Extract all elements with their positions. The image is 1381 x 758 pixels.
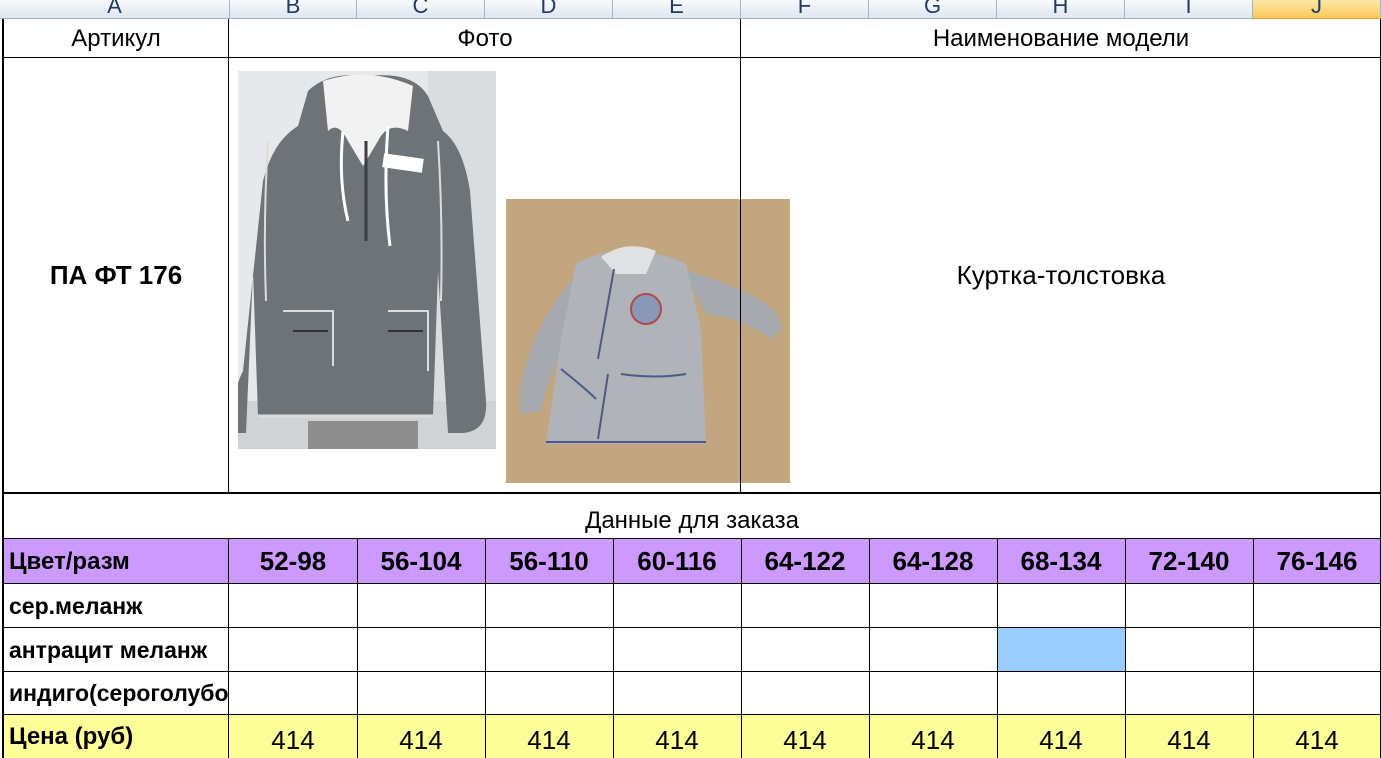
price-cell-56-104[interactable]: 414 [357,715,485,758]
column-header-e[interactable]: E [613,0,741,19]
grid-vertical-line [357,539,358,758]
order-quantity-cell[interactable] [869,628,997,672]
size-header-56-104[interactable]: 56-104 [357,539,485,584]
order-quantity-cell[interactable] [613,628,741,672]
spreadsheet: A B C D E F G H I J Артикул Фото Наимено… [0,0,1381,758]
price-label-cell[interactable]: Цена (руб) [3,715,229,758]
order-quantity-cell[interactable] [357,584,485,628]
column-header-a[interactable]: A [0,0,230,19]
column-header-d[interactable]: D [485,0,613,19]
product-photo-light-jacket[interactable] [506,199,790,483]
column-header-b[interactable]: B [230,0,357,19]
order-quantity-cell[interactable] [741,628,869,672]
order-quantity-cell[interactable] [741,672,869,715]
article-value-cell[interactable]: ПА ФТ 176 [3,58,229,493]
column-header-h[interactable]: H [997,0,1125,19]
order-quantity-cell[interactable] [485,584,613,628]
order-quantity-cell[interactable] [1125,672,1253,715]
order-quantity-cell[interactable] [229,628,357,672]
order-quantity-cell[interactable] [613,584,741,628]
border-product-bottom [2,492,1381,494]
color-label-cell[interactable]: сер.меланж [3,584,229,628]
price-cell-72-140[interactable]: 414 [1125,715,1253,758]
price-cell-64-128[interactable]: 414 [869,715,997,758]
order-data-title[interactable]: Данные для заказа [3,494,1381,539]
order-quantity-cell[interactable] [741,584,869,628]
order-quantity-cell[interactable] [997,584,1125,628]
photo-header-cell[interactable]: Фото [229,20,741,58]
price-cell-52-98[interactable]: 414 [229,715,357,758]
border-color-row-3 [2,714,1381,715]
article-header-cell[interactable]: Артикул [3,20,229,58]
border-photo-name [740,19,741,493]
model-name-value-cell[interactable]: Куртка-толстовка [741,58,1381,493]
grid-vertical-line [1125,539,1126,758]
size-header-56-110[interactable]: 56-110 [485,539,613,584]
column-header-f[interactable]: F [741,0,869,19]
price-cell-64-122[interactable]: 414 [741,715,869,758]
column-header-g[interactable]: G [869,0,997,19]
order-quantity-cell[interactable] [357,672,485,715]
size-header-64-128[interactable]: 64-128 [869,539,997,584]
color-label-cell[interactable]: индиго(сероголубой) [3,672,229,715]
price-cell-60-116[interactable]: 414 [613,715,741,758]
size-header-76-146[interactable]: 76-146 [1253,539,1381,584]
jacket-light-image [506,199,790,483]
order-quantity-cell[interactable] [997,672,1125,715]
hoodie-dark-image [238,71,496,449]
order-quantity-cell[interactable] [869,672,997,715]
order-quantity-cell[interactable] [229,584,357,628]
size-header-72-140[interactable]: 72-140 [1125,539,1253,584]
order-quantity-cell[interactable] [1253,672,1381,715]
size-header-60-116[interactable]: 60-116 [613,539,741,584]
size-header-64-122[interactable]: 64-122 [741,539,869,584]
order-quantity-cell[interactable] [357,628,485,672]
order-quantity-cell[interactable] [229,672,357,715]
border-color-row-2 [2,671,1381,672]
border-order-title-bottom [2,538,1381,539]
color-label-cell[interactable]: антрацит меланж [3,628,229,672]
table-border-left [2,19,4,758]
model-name-header-cell[interactable]: Наименование модели [741,20,1381,58]
size-header-label-cell[interactable]: Цвет/разм [3,539,229,584]
column-header-i[interactable]: I [1125,0,1253,19]
column-header-c[interactable]: C [357,0,485,19]
order-quantity-cell[interactable] [1253,628,1381,672]
grid-vertical-line [741,539,742,758]
price-cell-68-134[interactable]: 414 [997,715,1125,758]
order-quantity-cell[interactable] [485,672,613,715]
size-header-68-134[interactable]: 68-134 [997,539,1125,584]
column-header-j[interactable]: J [1253,0,1381,19]
grid-vertical-line [869,539,870,758]
border-article-photo [228,19,229,493]
price-cell-56-110[interactable]: 414 [485,715,613,758]
border-color-row-1 [2,627,1381,628]
size-header-52-98[interactable]: 52-98 [229,539,357,584]
product-photo-dark-hoodie[interactable] [238,71,496,449]
grid-vertical-line [997,539,998,758]
border-header-bottom [2,57,1381,58]
order-quantity-cell[interactable] [613,672,741,715]
order-quantity-cell[interactable] [869,584,997,628]
grid-vertical-line [1253,539,1254,758]
order-quantity-cell[interactable] [1125,584,1253,628]
price-cell-76-146[interactable]: 414 [1253,715,1381,758]
grid-vertical-line [228,539,229,758]
grid-vertical-line [613,539,614,758]
border-size-row-bottom [2,583,1381,584]
order-quantity-cell[interactable] [997,628,1125,672]
order-quantity-cell[interactable] [1253,584,1381,628]
grid-vertical-line [485,539,486,758]
order-quantity-cell[interactable] [1125,628,1253,672]
order-quantity-cell[interactable] [485,628,613,672]
